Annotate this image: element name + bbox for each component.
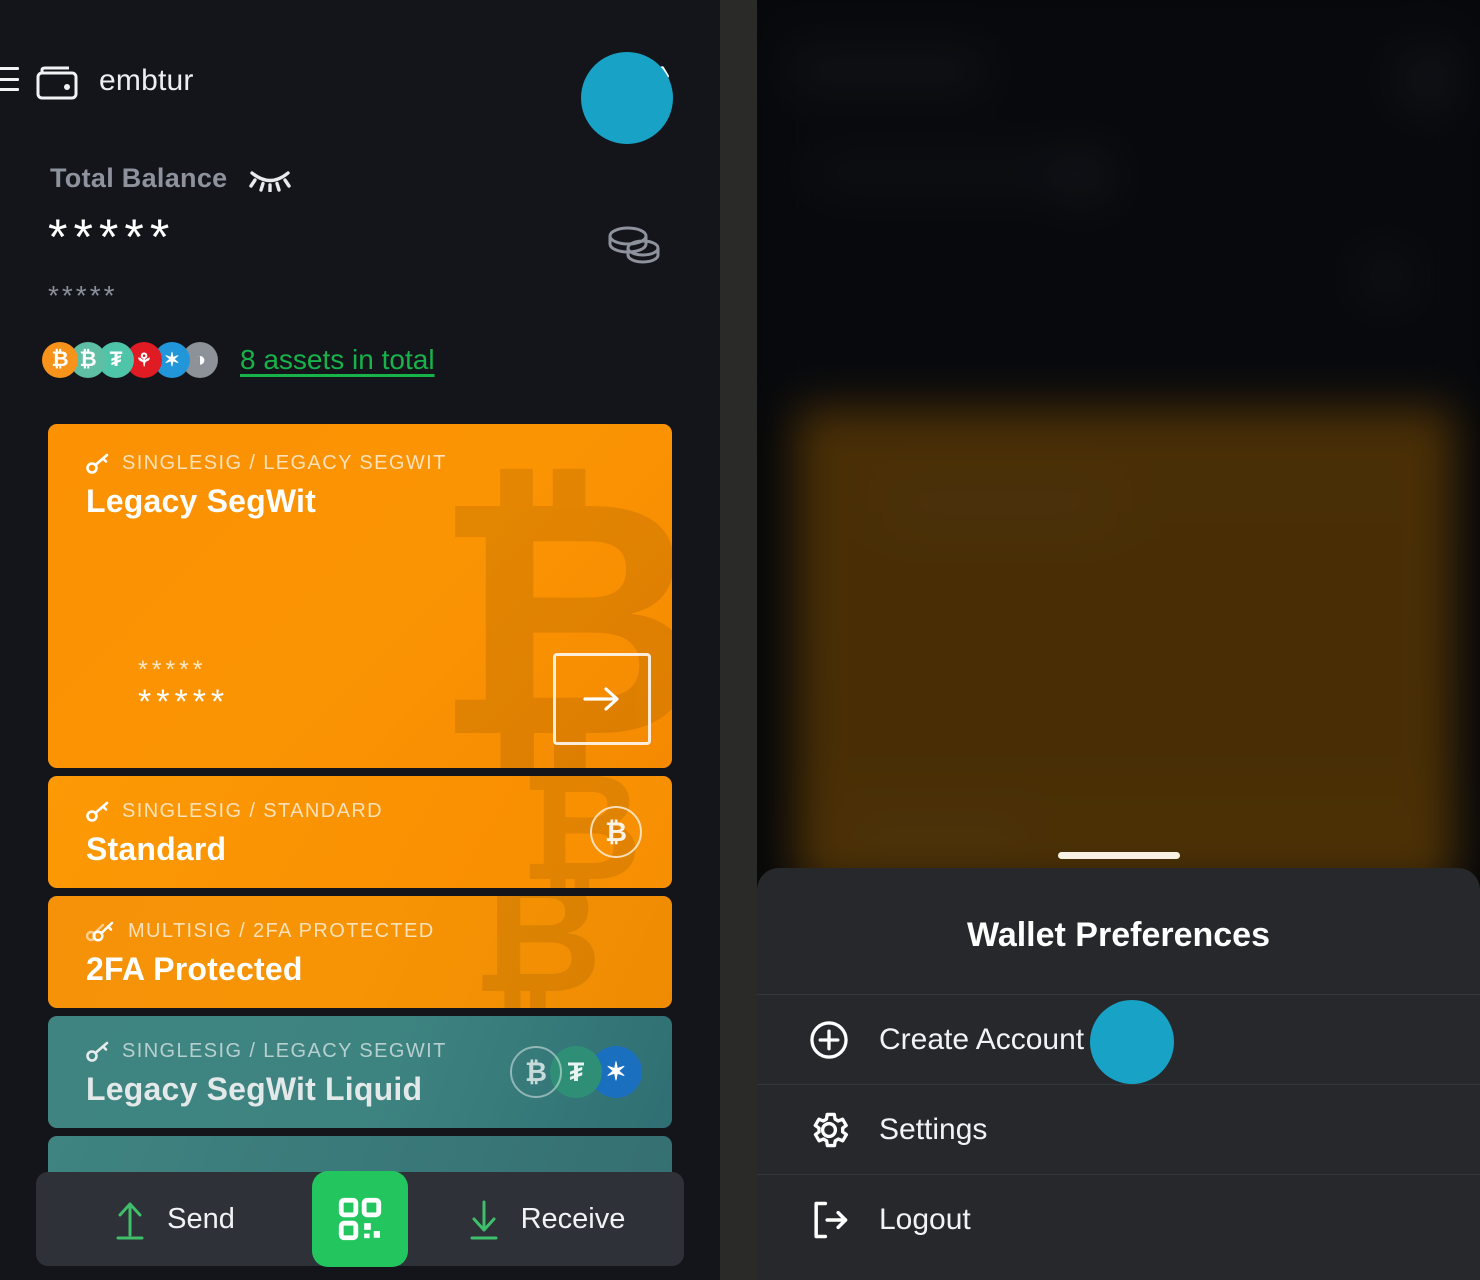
account-card-2fa-protected[interactable]: ₿ MULTISIG / 2FA PROTECTED 2FA Protected [48, 896, 672, 1008]
coins-stack-icon[interactable] [600, 222, 662, 272]
wallet-action-bar: Send Receive [36, 1171, 684, 1267]
account-card-legacy-segwit[interactable]: ₿ SINGLESIG / LEGACY SEGWIT Legacy SegWi… [48, 424, 672, 768]
sheet-title: Wallet Preferences [967, 916, 1270, 954]
menu-item-logout[interactable]: Logout [757, 1174, 1480, 1264]
wallet-icon [36, 66, 78, 100]
arrow-up-icon [113, 1197, 147, 1241]
menu-item-label: Settings [879, 1112, 988, 1146]
wallet-preferences-sheet: Wallet Preferences Create Account Settin… [757, 852, 1480, 1280]
account-amount-secondary: ***** [138, 655, 207, 684]
hamburger-menu-icon[interactable] [0, 67, 19, 91]
account-card-meta-label: SINGLESIG / LEGACY SEGWIT [122, 452, 447, 474]
total-balance-label: Total Balance [50, 163, 228, 193]
assets-summary-row[interactable]: ₿ ₿ ₮ ⚘ ✶ ◑ 8 assets in total [42, 342, 435, 378]
key-icon [86, 1041, 110, 1063]
asset-bubble-group: ₿ ₿ ₮ ⚘ ✶ ◑ [42, 342, 218, 378]
account-card-asset-icons: ₿ [590, 806, 642, 858]
sheet-drag-handle[interactable] [1057, 852, 1180, 859]
eye-closed-icon[interactable] [249, 166, 292, 192]
qr-code-icon [335, 1194, 385, 1244]
panel-divider [720, 0, 757, 1280]
account-card-meta: MULTISIG / 2FA PROTECTED [86, 920, 646, 943]
send-label: Send [167, 1202, 235, 1235]
account-card-title: Standard [86, 831, 227, 867]
wallet-preferences-panel: Wallet Preferences Create Account Settin… [757, 0, 1480, 1280]
plus-circle-icon [807, 1018, 851, 1062]
bitcoin-outline-icon: ₿ [590, 806, 642, 858]
arrow-right-icon [580, 684, 624, 714]
balance-secondary-value: ***** [48, 280, 118, 311]
account-card-legacy-segwit-liquid[interactable]: SINGLESIG / LEGACY SEGWIT Legacy SegWit … [48, 1016, 672, 1128]
asset-bubble-bitcoin: ₿ [42, 342, 78, 378]
account-open-button[interactable] [553, 653, 651, 745]
account-card-meta-label: MULTISIG / 2FA PROTECTED [128, 920, 435, 942]
key-icon [86, 801, 110, 823]
key-icon [86, 453, 110, 475]
menu-item-settings[interactable]: Settings [757, 1084, 1480, 1174]
account-card-title: Legacy SegWit [86, 483, 316, 519]
balance-primary-value: ***** [48, 209, 176, 265]
wallet-name: embtur [99, 64, 194, 97]
assets-total-link[interactable]: 8 assets in total [240, 344, 435, 376]
wallet-header: embtur [0, 52, 720, 112]
account-card-asset-icons: ₿ ₮ ✶ [510, 1046, 642, 1098]
sheet-menu-list: Create Account Settings Logout [757, 994, 1480, 1264]
wallet-overview-panel: embtur Total Balance ***** ***** ₿ ₿ ₮ ⚘… [0, 0, 720, 1280]
accounts-card-list: ₿ SINGLESIG / LEGACY SEGWIT Legacy SegWi… [48, 424, 672, 1194]
account-card-meta-label: SINGLESIG / LEGACY SEGWIT [122, 1040, 447, 1062]
liquid-bitcoin-outline-icon: ₿ [510, 1046, 562, 1098]
account-card-amounts: ***** ***** [138, 655, 230, 722]
receive-button[interactable]: Receive [408, 1197, 684, 1241]
logout-icon [807, 1198, 851, 1242]
gear-icon [807, 1108, 851, 1152]
app-screen: embtur Total Balance ***** ***** ₿ ₿ ₮ ⚘… [0, 0, 1480, 1280]
account-card-meta-label: SINGLESIG / STANDARD [122, 800, 384, 822]
settings-button[interactable] [613, 50, 677, 114]
account-card-title: 2FA Protected [86, 951, 303, 987]
scan-qr-button[interactable] [312, 1171, 408, 1267]
arrow-down-icon [467, 1197, 501, 1241]
menu-item-label: Logout [879, 1202, 971, 1236]
menu-item-create-account[interactable]: Create Account [757, 994, 1480, 1084]
receive-label: Receive [520, 1202, 626, 1235]
double-key-icon [86, 921, 116, 943]
account-card-meta: SINGLESIG / LEGACY SEGWIT [86, 452, 646, 475]
account-amount-primary: ***** [138, 682, 230, 721]
balance-label-row: Total Balance [50, 163, 292, 194]
menu-item-label: Create Account [879, 1022, 1085, 1056]
account-card-standard[interactable]: ₿ SINGLESIG / STANDARD Standard ₿ [48, 776, 672, 888]
account-card-meta: SINGLESIG / STANDARD [86, 800, 646, 823]
send-button[interactable]: Send [36, 1197, 312, 1241]
